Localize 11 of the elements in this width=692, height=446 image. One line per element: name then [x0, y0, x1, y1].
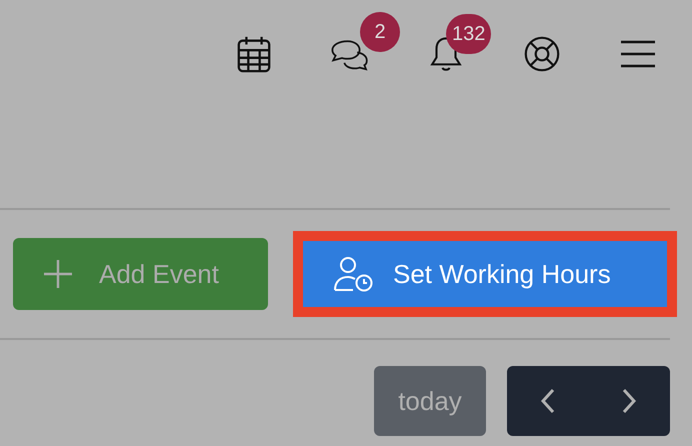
count-badge: 2 — [360, 12, 400, 52]
today-button[interactable]: today — [374, 366, 486, 436]
previous-icon[interactable] — [540, 388, 556, 414]
calendar-icon[interactable] — [236, 35, 272, 73]
lifebuoy-icon[interactable] — [524, 35, 560, 73]
add-event-button[interactable]: Add Event — [13, 238, 268, 310]
next-icon[interactable] — [621, 388, 638, 414]
set-working-hours-button[interactable]: Set Working Hours — [303, 241, 667, 307]
count-badge: 132 — [446, 14, 492, 54]
user-clock-icon — [333, 256, 373, 292]
plus-icon — [43, 259, 73, 289]
